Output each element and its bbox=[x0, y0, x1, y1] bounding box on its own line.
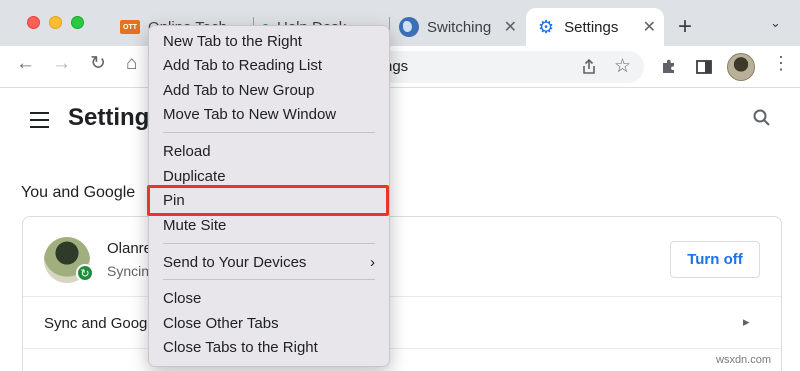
menu-item-close-other-tabs[interactable]: Close Other Tabs bbox=[149, 312, 389, 336]
forward-arrow-icon[interactable]: → bbox=[52, 54, 71, 73]
menu-separator bbox=[163, 279, 375, 280]
browser-toolbar: ← → ↻ ⌂ ngs ☆ ⋮ bbox=[0, 46, 800, 88]
home-icon[interactable]: ⌂ bbox=[126, 54, 137, 73]
menu-item-close-tabs-right[interactable]: Close Tabs to the Right bbox=[149, 336, 389, 360]
more-menu-icon[interactable]: ⋮ bbox=[772, 54, 790, 72]
hamburger-menu-icon[interactable] bbox=[30, 112, 49, 133]
tab-strip: OTT Online Tech Help Desk Switching ✕ ⚙ … bbox=[0, 0, 800, 46]
reload-icon[interactable]: ↻ bbox=[90, 54, 106, 73]
menu-separator bbox=[163, 132, 375, 133]
bookmark-star-icon[interactable]: ☆ bbox=[614, 55, 631, 78]
minimize-window-button[interactable] bbox=[49, 16, 62, 29]
ott-logo-icon: OTT bbox=[120, 20, 140, 34]
menu-item-move-to-new-window[interactable]: Move Tab to New Window bbox=[149, 103, 389, 127]
sync-services-row-label[interactable]: Sync and Google bbox=[44, 315, 159, 332]
gear-icon: ⚙ bbox=[538, 17, 555, 37]
section-title: You and Google bbox=[21, 184, 136, 201]
menu-item-add-to-reading-list[interactable]: Add Tab to Reading List bbox=[149, 54, 389, 78]
menu-item-send-to-devices[interactable]: Send to Your Devices › bbox=[149, 251, 389, 275]
globe-icon bbox=[399, 17, 419, 37]
menu-item-new-tab-right[interactable]: New Tab to the Right bbox=[149, 30, 389, 54]
account-sync-status: Syncin bbox=[107, 263, 150, 279]
chevron-right-icon: › bbox=[370, 254, 375, 271]
close-window-button[interactable] bbox=[27, 16, 40, 29]
profile-avatar[interactable] bbox=[727, 53, 755, 81]
tab-label: Switching bbox=[427, 18, 492, 36]
menu-item-mute-site[interactable]: Mute Site bbox=[149, 214, 389, 238]
menu-separator bbox=[163, 243, 375, 244]
side-panel-icon[interactable] bbox=[695, 58, 713, 76]
new-tab-button[interactable]: + bbox=[678, 13, 692, 41]
turn-off-sync-button[interactable]: Turn off bbox=[670, 241, 760, 278]
close-tab-icon[interactable]: ✕ bbox=[504, 17, 517, 37]
share-icon[interactable] bbox=[580, 58, 598, 76]
search-icon[interactable] bbox=[752, 108, 772, 128]
extensions-puzzle-icon[interactable] bbox=[660, 58, 678, 76]
menu-item-reload[interactable]: Reload bbox=[149, 140, 389, 164]
zoom-window-button[interactable] bbox=[71, 16, 84, 29]
chevron-right-icon[interactable]: ▸ bbox=[743, 314, 750, 330]
tab-search-chevron-icon[interactable]: ⌄ bbox=[770, 15, 781, 31]
menu-item-label: Send to Your Devices bbox=[163, 254, 307, 271]
account-card: ↻ Olanre Syncin Turn off Sync and Google… bbox=[22, 216, 782, 371]
account-name: Olanre bbox=[107, 240, 153, 257]
watermark-text: wsxdn.com bbox=[716, 354, 772, 366]
divider bbox=[23, 296, 781, 297]
back-arrow-icon[interactable]: ← bbox=[16, 54, 35, 73]
tab-settings[interactable]: ⚙ Settings ✕ bbox=[526, 8, 664, 46]
pin-highlight-box bbox=[147, 185, 389, 216]
divider bbox=[23, 348, 781, 349]
menu-item-add-to-new-group[interactable]: Add Tab to New Group bbox=[149, 79, 389, 103]
sync-status-icon: ↻ bbox=[76, 264, 94, 282]
menu-item-close[interactable]: Close bbox=[149, 287, 389, 311]
close-tab-icon[interactable]: ✕ bbox=[643, 17, 656, 37]
tab-switching[interactable]: Switching ✕ bbox=[390, 8, 525, 46]
tab-label: Settings bbox=[564, 18, 619, 36]
